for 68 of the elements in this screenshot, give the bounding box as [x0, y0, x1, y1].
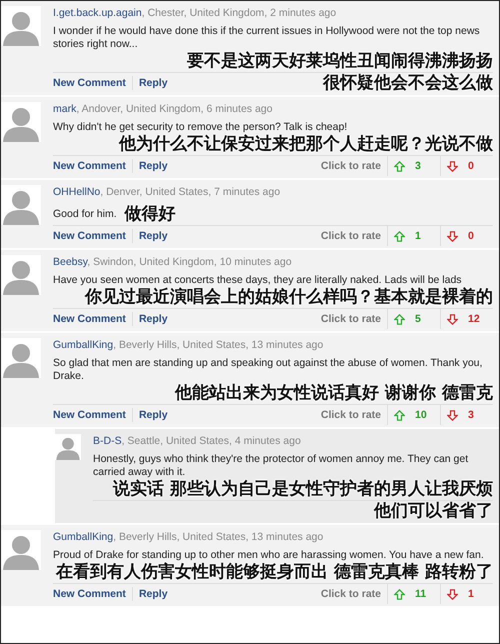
username-link[interactable]: GumballKing: [53, 531, 114, 543]
vote-count: 5: [415, 313, 421, 325]
username-link[interactable]: GumballKing: [53, 339, 114, 351]
caption-text: 说实话 那些认为自己是女性守护者的男人让我厌烦: [113, 479, 493, 500]
vote-count: 1: [415, 230, 421, 242]
comment-text: Why didn't he get security to remove the person? Talk is cheap!: [53, 121, 348, 134]
comment-text: Have you seen women at concerts these days, they are literally naked. Lads will be lads: [53, 274, 463, 287]
vote-count: 11: [415, 588, 426, 600]
comment-meta: , Beverly Hills, United States, 13 minutes ago: [113, 339, 324, 351]
comment-text: Proud of Drake for standing up to other men who are harassing women. You have a new fan.: [53, 549, 485, 562]
up-arrow-icon: [394, 410, 405, 420]
username-link[interactable]: B-D-S: [93, 435, 122, 447]
rate-label: Click to rate: [320, 160, 382, 172]
down-arrow-icon: [447, 588, 458, 600]
action-link[interactable]: Reply: [138, 230, 168, 242]
vote-count: 1: [468, 588, 474, 600]
comment-text: Honestly, guys who think they're the protector of women annoy me. They can get carried away with it.: [93, 453, 470, 479]
comment-meta: , Chester, United Kingdom, 2 minutes ago: [142, 7, 336, 19]
vote-count: 0: [468, 230, 474, 242]
caption-text: 要不是这两天好莱坞性丑闻闹得沸沸扬扬: [187, 51, 493, 72]
caption-text: 你见过最近演唱会上的姑娘什么样吗？基本就是裸着的: [85, 287, 493, 308]
comment-text: I wonder if he would have done this if the current issues in Hollywood were not the top news stories right now...: [53, 25, 481, 51]
action-link[interactable]: Reply: [138, 409, 168, 421]
up-arrow-icon: [394, 230, 405, 242]
rate-label: Click to rate: [320, 588, 382, 600]
up-arrow-icon: [394, 588, 405, 600]
action-link[interactable]: New Comment: [53, 588, 126, 600]
action-link[interactable]: Reply: [138, 160, 168, 172]
username-link[interactable]: I.get.back.up.again: [53, 7, 142, 19]
comment-meta: , Andover, United Kingdom, 6 minutes ago: [76, 103, 272, 115]
username-link[interactable]: mark: [53, 103, 76, 115]
down-arrow-icon: [447, 410, 458, 420]
caption-text: 很怀疑他会不会这么做: [323, 72, 493, 94]
action-link[interactable]: New Comment: [53, 409, 126, 421]
up-arrow-icon: [394, 160, 405, 172]
caption-text: 他们可以省省了: [374, 500, 493, 522]
caption-text: 做得好: [124, 204, 176, 225]
down-arrow-icon: [447, 160, 458, 172]
caption-text: 在看到有人伤害女性时能够挺身而出 德雷克真棒 路转粉了: [56, 562, 493, 583]
vote-count: 12: [468, 313, 480, 325]
action-link[interactable]: New Comment: [53, 160, 126, 172]
action-link[interactable]: Reply: [138, 313, 168, 325]
avatar-icon: [55, 434, 81, 460]
action-link[interactable]: New Comment: [53, 313, 126, 325]
username-link[interactable]: Beebsy: [53, 256, 88, 268]
comment-meta: , Seattle, United States, 4 minutes ago: [122, 435, 301, 447]
action-link[interactable]: New Comment: [53, 77, 126, 89]
comment-text: Good for him.: [53, 208, 117, 221]
action-link[interactable]: New Comment: [53, 230, 126, 242]
comment-meta: , Swindon, United Kingdom, 10 minutes ago: [87, 256, 292, 268]
comment-meta: , Denver, United States, 7 minutes ago: [100, 186, 280, 198]
action-link[interactable]: Reply: [138, 77, 168, 89]
vote-count: 0: [468, 160, 474, 172]
vote-count: 10: [415, 409, 427, 421]
caption-text: 他能站出来为女性说话真好 谢谢你 德雷克: [175, 383, 493, 404]
rate-label: Click to rate: [320, 409, 382, 421]
comment-meta: , Beverly Hills, United States, 13 minutes ago: [113, 531, 324, 543]
down-arrow-icon: [447, 314, 458, 324]
up-arrow-icon: [394, 314, 405, 324]
action-link[interactable]: Reply: [138, 588, 168, 600]
rate-label: Click to rate: [320, 313, 382, 325]
rate-label: Click to rate: [320, 230, 382, 242]
vote-count: 3: [415, 160, 421, 172]
username-link[interactable]: OHHellNo: [53, 186, 100, 198]
vote-count: 3: [468, 409, 474, 421]
comment-text: So glad that men are standing up and speaking out against the abuse of women. Thank you, Drake.: [53, 357, 484, 383]
down-arrow-icon: [447, 230, 458, 242]
caption-text: 他为什么不让保安过来把那个人赶走呢？光说不做: [119, 134, 493, 155]
